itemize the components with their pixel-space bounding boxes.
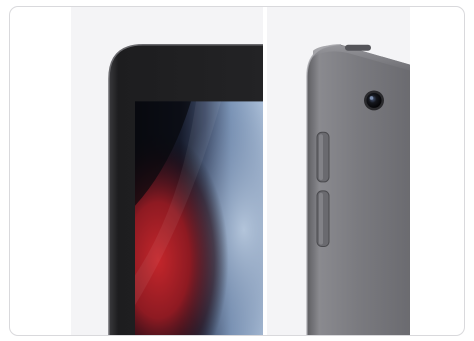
product-image-front[interactable] bbox=[71, 7, 263, 335]
tablet-front-illustration bbox=[108, 44, 263, 335]
product-image-back[interactable] bbox=[267, 7, 410, 335]
tablet-back-illustration bbox=[306, 44, 410, 335]
product-image-card bbox=[9, 6, 465, 336]
